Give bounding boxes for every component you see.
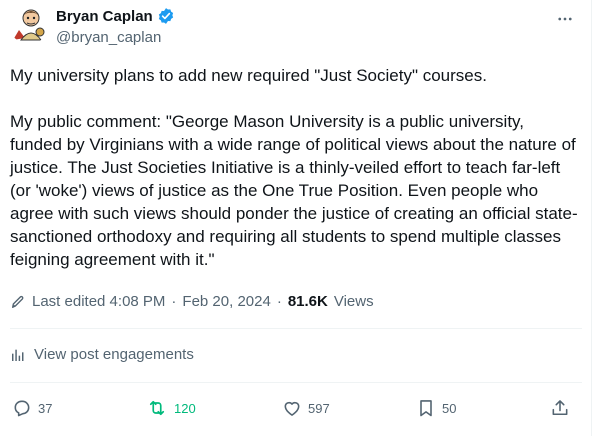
author-handle[interactable]: @bryan_caplan	[56, 29, 161, 46]
reply-count: 37	[38, 400, 53, 416]
tweet-meta: Last edited 4:08 PM · Feb 20, 2024 · 81.…	[10, 293, 374, 310]
like-icon	[284, 401, 300, 416]
bookmark-count: 50	[442, 400, 457, 416]
like-button[interactable]: 597	[282, 398, 330, 418]
views-label: Views	[333, 293, 374, 310]
meta-separator-2: ·	[276, 293, 282, 310]
tweet-text: My university plans to add new required …	[10, 66, 578, 269]
tweet-card: Bryan Caplan @bryan_caplan My university…	[0, 0, 592, 436]
author-name-row: Bryan Caplan	[56, 7, 175, 25]
repost-button[interactable]: 120	[146, 398, 196, 418]
meta-separator: ·	[171, 293, 177, 310]
tweet-date[interactable]: Feb 20, 2024	[182, 293, 270, 310]
avatar-illustration-icon	[9, 4, 49, 44]
action-bar: 37 120 597 50	[0, 394, 592, 424]
like-count: 597	[308, 400, 330, 416]
share-button[interactable]	[550, 398, 570, 418]
bookmark-icon	[420, 400, 432, 417]
reply-icon	[14, 400, 30, 417]
bookmark-button[interactable]: 50	[416, 398, 456, 418]
more-icon[interactable]	[554, 8, 576, 30]
repost-icon	[149, 400, 165, 416]
divider	[10, 328, 582, 329]
engagements-label: View post engagements	[34, 346, 194, 363]
edit-icon[interactable]	[10, 294, 26, 310]
reply-button[interactable]: 37	[12, 398, 52, 418]
share-icon	[552, 400, 568, 416]
analytics-icon	[10, 347, 26, 363]
view-engagements-link[interactable]: View post engagements	[10, 346, 194, 363]
author-name[interactable]: Bryan Caplan	[56, 8, 153, 25]
divider	[10, 382, 582, 383]
repost-count: 120	[174, 400, 196, 416]
verified-badge-icon[interactable]	[157, 7, 175, 25]
avatar[interactable]	[9, 4, 49, 44]
edited-label[interactable]: Last edited 4:08 PM	[32, 293, 165, 310]
views-count: 81.6K	[287, 293, 328, 310]
